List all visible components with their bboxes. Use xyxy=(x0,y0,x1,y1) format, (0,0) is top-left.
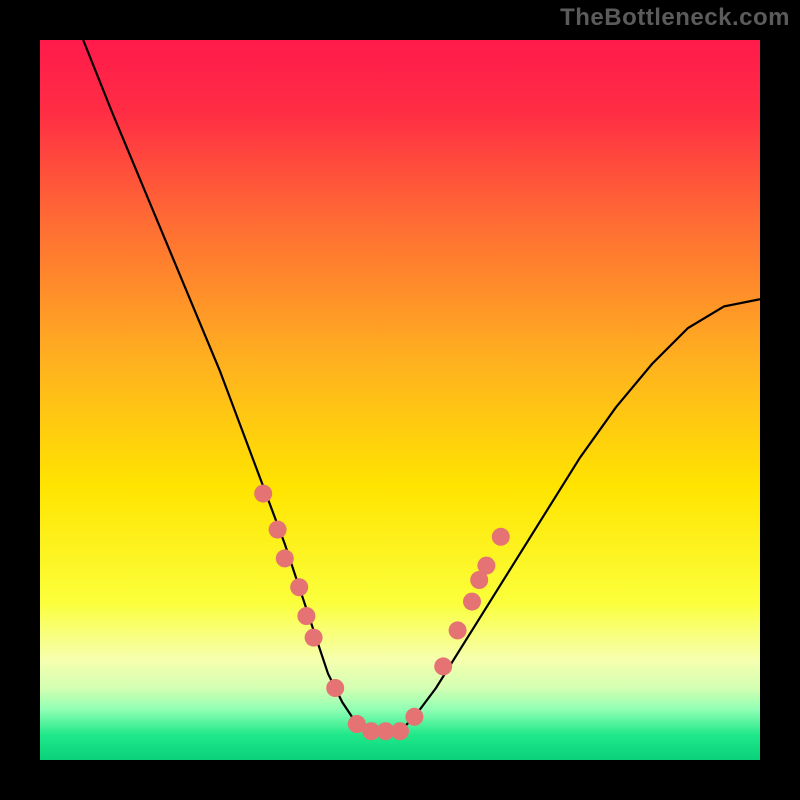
chart-frame: TheBottleneck.com xyxy=(0,0,800,800)
highlight-dot xyxy=(405,708,423,726)
highlight-dot xyxy=(449,621,467,639)
highlight-dot xyxy=(477,557,495,575)
highlight-dot xyxy=(326,679,344,697)
highlight-dot xyxy=(269,521,287,539)
plot-area xyxy=(40,40,760,760)
highlight-dot xyxy=(391,722,409,740)
highlight-dot xyxy=(463,593,481,611)
highlight-dot xyxy=(434,657,452,675)
highlight-dot xyxy=(297,607,315,625)
highlight-dot xyxy=(305,629,323,647)
highlight-dot xyxy=(492,528,510,546)
chart-svg xyxy=(40,40,760,760)
highlight-dot xyxy=(290,578,308,596)
gradient-background xyxy=(40,40,760,760)
watermark-text: TheBottleneck.com xyxy=(560,4,790,32)
highlight-dot xyxy=(276,549,294,567)
highlight-dot xyxy=(254,485,272,503)
